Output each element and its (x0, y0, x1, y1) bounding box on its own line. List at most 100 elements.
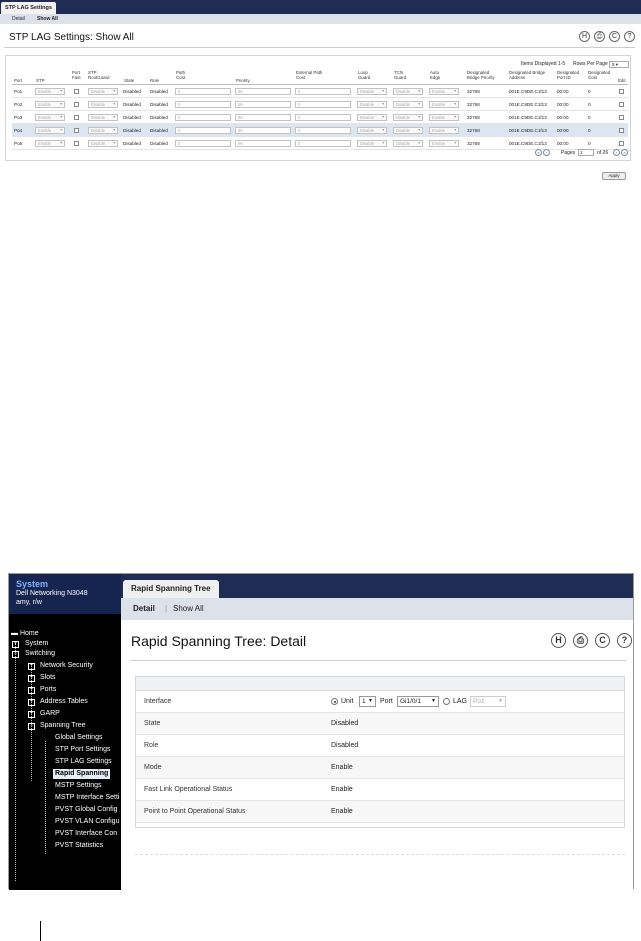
nav-item-slots[interactable]: Slots (40, 673, 56, 683)
path-cost-input[interactable]: 0 (175, 101, 231, 108)
nav-item-stp-lag-settings[interactable]: STP LAG Settings (55, 757, 112, 767)
port-fast-checkbox[interactable] (74, 128, 79, 133)
collapse-icon[interactable]: − (12, 651, 19, 658)
port-fast-checkbox[interactable] (74, 141, 79, 146)
col-header-designated-cost[interactable]: Designated Cost (588, 70, 616, 80)
path-cost-input[interactable]: 0 (175, 127, 231, 134)
expand-icon[interactable]: + (28, 711, 35, 718)
lag-radio[interactable] (443, 698, 450, 705)
nav-item-switching[interactable]: Switching (25, 649, 55, 659)
stp-select[interactable]: Enable (35, 88, 65, 95)
port-fast-checkbox[interactable] (74, 115, 79, 120)
nav-item-home[interactable]: ▬ Home (11, 629, 39, 639)
rootguard-select[interactable]: Disable (88, 88, 118, 95)
priority-input[interactable]: 96 (235, 101, 291, 108)
edit-checkbox[interactable] (619, 128, 624, 133)
auto-edge-select[interactable]: Enable (429, 114, 459, 121)
priority-input[interactable]: 96 (235, 88, 291, 95)
page-number-input[interactable]: 1 (578, 149, 594, 156)
col-header-designated-bridge-priority[interactable]: Designated Bridge Priority (467, 70, 503, 80)
expand-icon[interactable]: + (28, 663, 35, 670)
expand-icon[interactable]: + (28, 687, 35, 694)
path-cost-input[interactable]: 0 (175, 88, 231, 95)
refresh-icon[interactable]: C (609, 31, 620, 42)
table-row[interactable]: Po5 Enable Disable Disabled Disabled 0 9… (12, 137, 628, 150)
table-row[interactable]: Po2 Enable Disable Disabled Disabled 0 9… (12, 98, 628, 111)
edit-checkbox[interactable] (619, 115, 624, 120)
tcn-guard-select[interactable]: Disable (393, 114, 423, 121)
nav-item-rapid-spanning[interactable]: Rapid Spanning (53, 769, 111, 779)
unit-select[interactable]: 1 (359, 696, 376, 707)
col-header-state[interactable]: State (124, 78, 134, 83)
rows-per-page-select[interactable]: 5 ▾ (609, 61, 629, 68)
external-path-cost-input[interactable]: 0 (295, 88, 351, 95)
tcn-guard-select[interactable]: Disable (393, 101, 423, 108)
stp-select[interactable]: Enable (35, 140, 65, 147)
tab-stp-lag-settings[interactable]: STP LAG Settings (1, 2, 56, 14)
external-path-cost-input[interactable]: 0 (295, 127, 351, 134)
unit-radio[interactable] (331, 698, 338, 705)
loop-guard-select[interactable]: Disable (357, 140, 387, 147)
auto-edge-select[interactable]: Enable (429, 88, 459, 95)
last-page-icon[interactable]: » (621, 149, 628, 156)
tcn-guard-select[interactable]: Disable (393, 127, 423, 134)
nav-item-ports[interactable]: Ports (40, 685, 56, 695)
col-header-path-cost[interactable]: Path Cost (176, 70, 192, 80)
col-header-stp[interactable]: STP (36, 78, 45, 83)
auto-edge-select[interactable]: Enable (429, 127, 459, 134)
expand-icon[interactable]: + (28, 699, 35, 706)
auto-edge-select[interactable]: Enable (429, 140, 459, 147)
refresh-icon[interactable]: C (595, 633, 610, 648)
subnav-show-all[interactable]: Show All (37, 14, 58, 24)
nav-item-pvst-statistics[interactable]: PVST Statistics (55, 841, 103, 851)
apply-button[interactable]: Apply (602, 172, 626, 180)
first-page-icon[interactable]: « (535, 149, 542, 156)
col-header-designated-port-id[interactable]: Designated Port ID (557, 70, 585, 80)
port-select[interactable]: Gi1/0/1 (397, 696, 439, 707)
external-path-cost-input[interactable]: 0 (295, 101, 351, 108)
table-row[interactable]: Po3 Enable Disable Disabled Disabled 0 9… (12, 111, 628, 124)
loop-guard-select[interactable]: Disable (357, 101, 387, 108)
nav-item-pvst-vlan-config[interactable]: PVST VLAN Configu (55, 817, 119, 827)
col-header-port[interactable]: Port (14, 78, 22, 83)
nav-item-spanning-tree[interactable]: Spanning Tree (40, 721, 86, 731)
save-icon[interactable]: H (579, 31, 590, 42)
tab-rapid-spanning-tree[interactable]: Rapid Spanning Tree (123, 580, 219, 598)
print-icon[interactable]: ⎙ (573, 633, 588, 648)
help-icon[interactable]: ? (624, 31, 635, 42)
edit-checkbox[interactable] (619, 102, 624, 107)
expand-icon[interactable]: + (28, 675, 35, 682)
rootguard-select[interactable]: Disable (88, 127, 118, 134)
nav-item-address-tables[interactable]: Address Tables (40, 697, 88, 707)
rootguard-select[interactable]: Disable (88, 114, 118, 121)
expand-icon[interactable]: + (12, 641, 19, 648)
nav-item-stp-port-settings[interactable]: STP Port Settings (55, 745, 111, 755)
loop-guard-select[interactable]: Disable (357, 88, 387, 95)
stp-select[interactable]: Enable (35, 114, 65, 121)
col-header-port-fast[interactable]: Port Fast (72, 70, 84, 80)
nav-item-network-security[interactable]: Network Security (40, 661, 93, 671)
external-path-cost-input[interactable]: 0 (295, 114, 351, 121)
priority-input[interactable]: 96 (235, 127, 291, 134)
col-header-role[interactable]: Role (150, 78, 159, 83)
subnav-detail[interactable]: Detail (12, 14, 25, 24)
nav-item-system[interactable]: System (25, 639, 48, 649)
nav-item-garp[interactable]: GARP (40, 709, 60, 719)
col-header-loop-guard[interactable]: Loop Guard (358, 70, 376, 80)
port-fast-checkbox[interactable] (74, 102, 79, 107)
path-cost-input[interactable]: 0 (175, 140, 231, 147)
nav-item-mstp-interface-settings[interactable]: MSTP Interface Setti (55, 793, 119, 803)
rootguard-select[interactable]: Disable (88, 101, 118, 108)
next-page-icon[interactable]: › (613, 149, 620, 156)
stp-select[interactable]: Enable (35, 101, 65, 108)
table-row[interactable]: Po1 Enable Disable Disabled Disabled 0 9… (12, 85, 628, 98)
table-row-selected[interactable]: Po4 Enable Disable Disabled Disabled 0 9… (12, 124, 628, 137)
col-header-designated-bridge-address[interactable]: Designated Bridge Address (509, 70, 549, 80)
subnav-detail[interactable]: Detail (133, 598, 155, 620)
help-icon[interactable]: ? (617, 633, 632, 648)
subnav-show-all[interactable]: Show All (173, 598, 204, 620)
col-header-stp-rootguard[interactable]: STP RootGuard (88, 70, 116, 80)
col-header-priority[interactable]: Priority (236, 78, 250, 83)
edit-checkbox[interactable] (619, 141, 624, 146)
edit-checkbox[interactable] (619, 89, 624, 94)
